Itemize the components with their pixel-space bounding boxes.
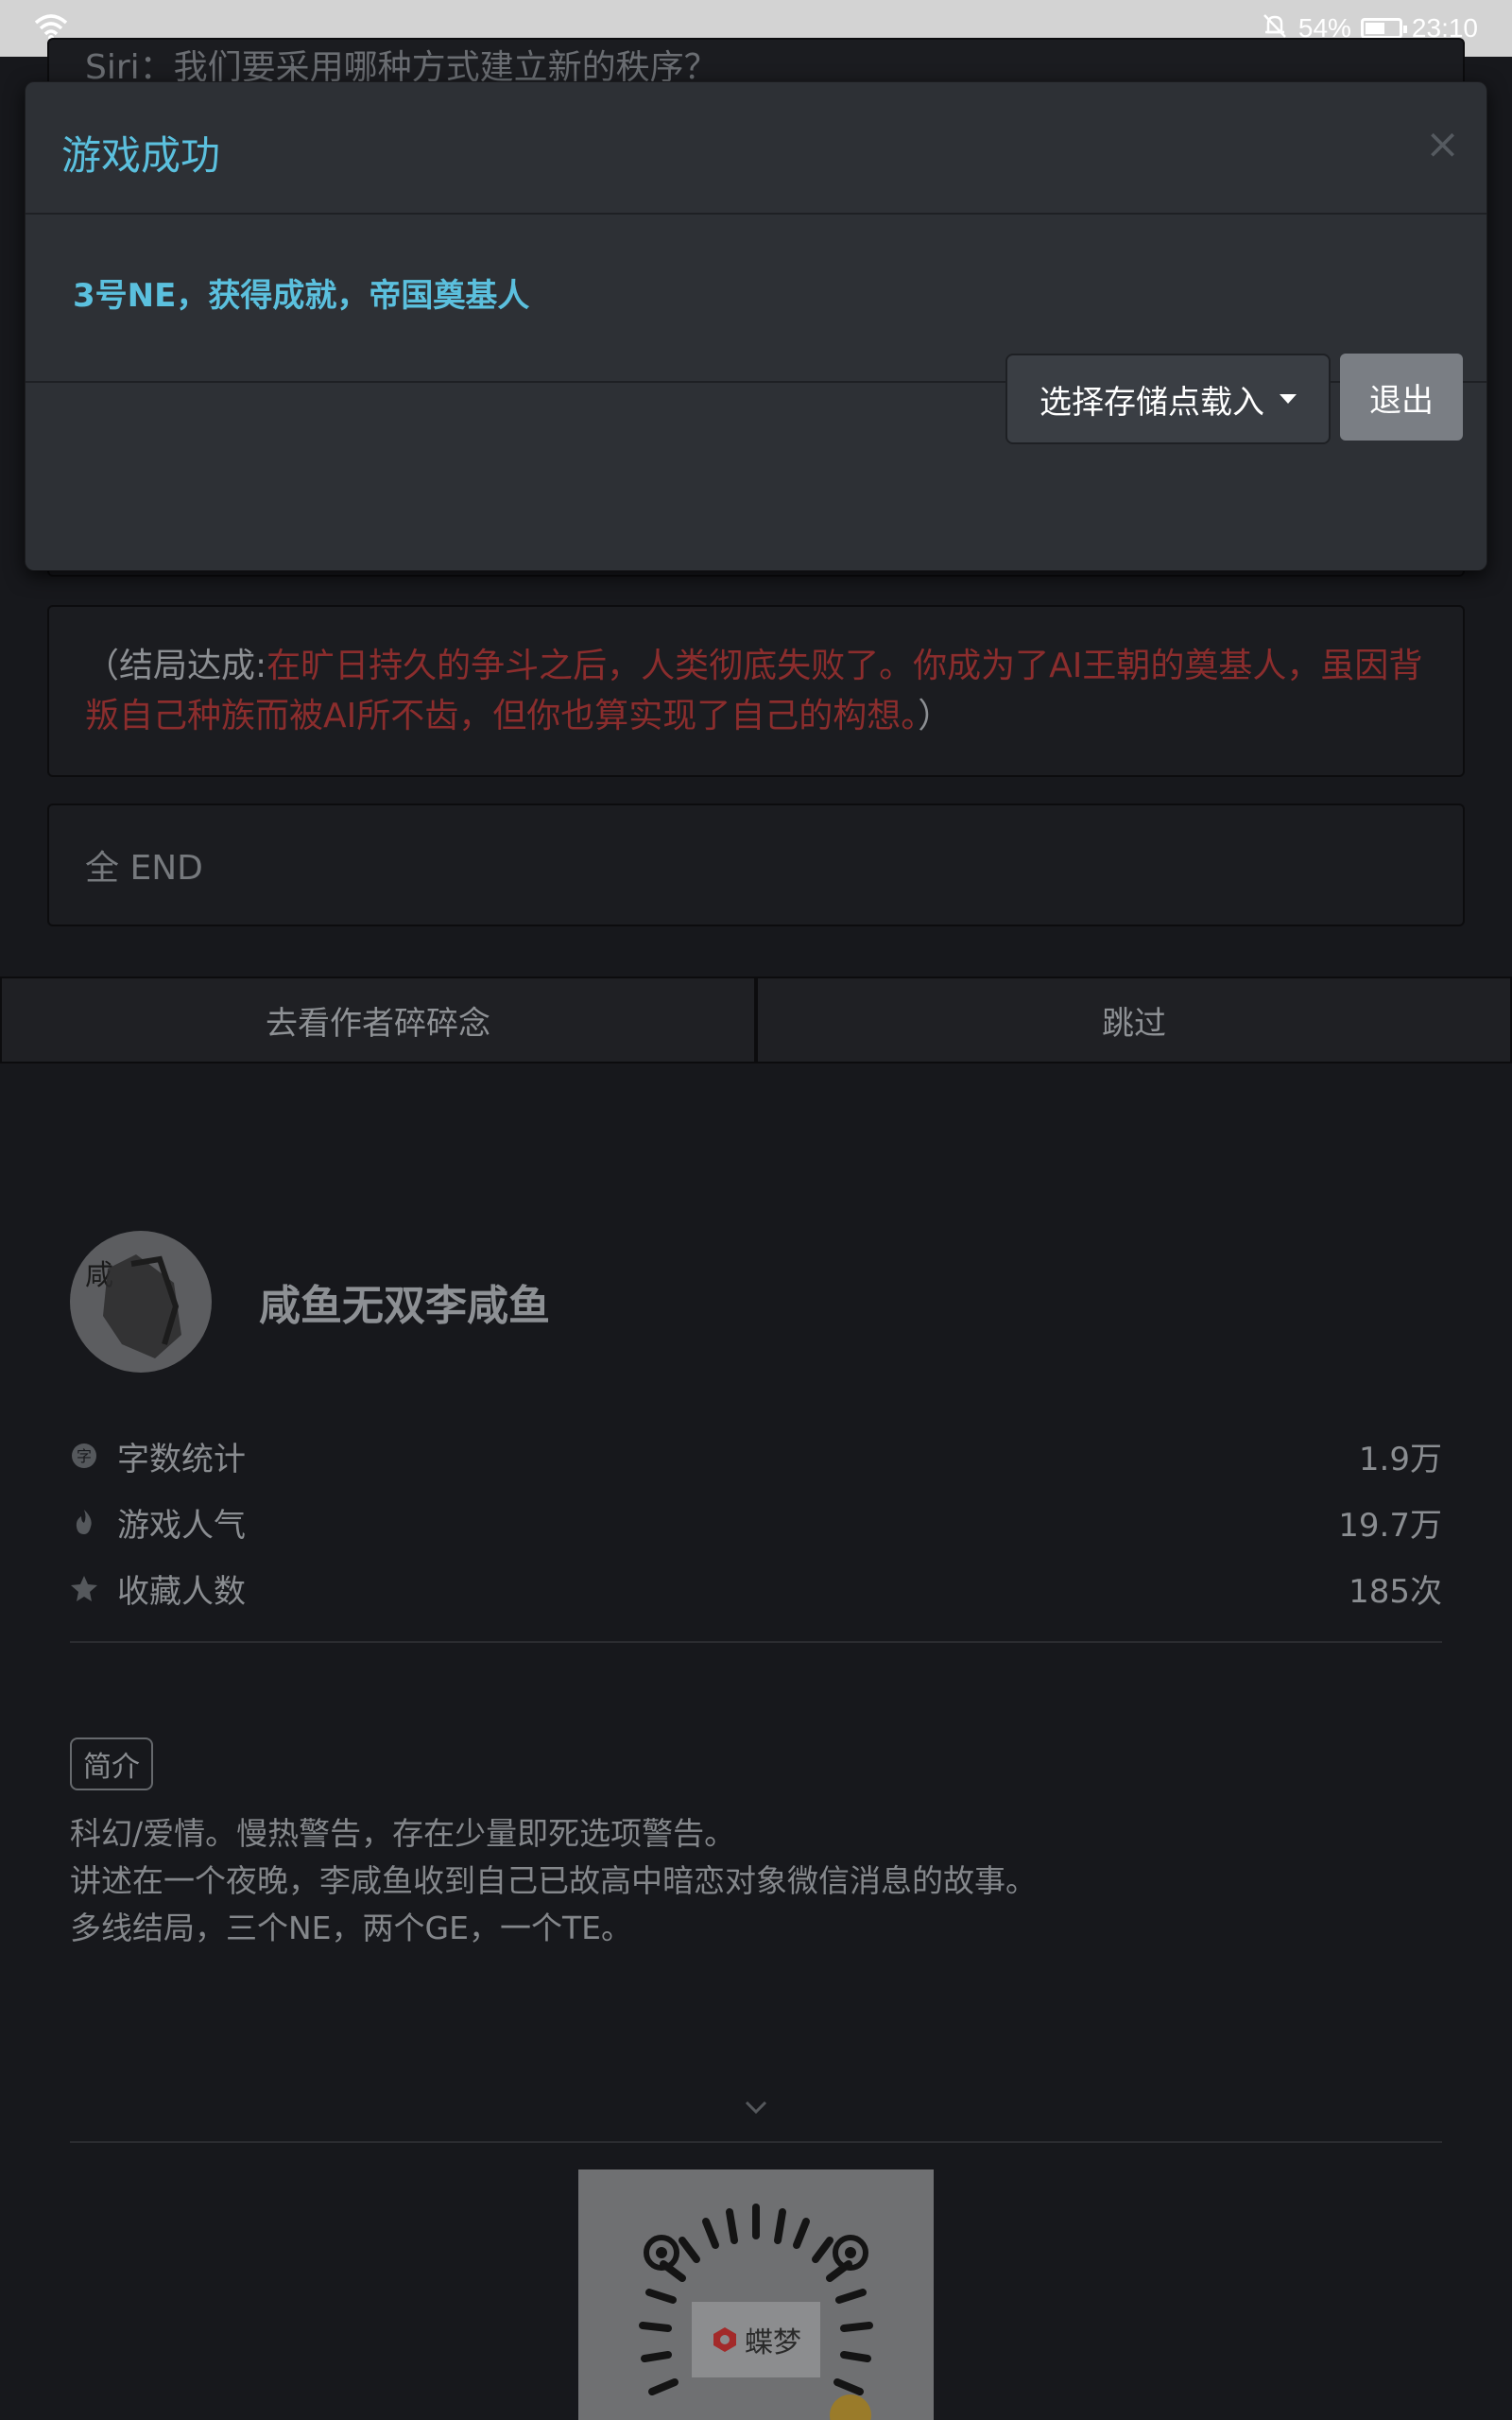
intro-line: 科幻/爱情。慢热警告，存在少量即死选项警告。 [70,1815,736,1852]
svg-text:字: 字 [77,1447,92,1465]
result-modal: 游戏成功 × 3号NE，获得成就，帝国奠基人 [25,81,1487,571]
stat-label: 游戏人气 [117,1506,246,1545]
battery-icon [1360,18,1407,39]
qr-brand-text: 蝶梦 [745,2326,801,2360]
stat-popularity: 游戏人气 19.7万 [70,1489,1442,1555]
author-section: 咸 咸鱼无双李咸鱼 [70,1231,550,1373]
qr-code: 蝶梦 [578,2169,934,2420]
intro-line: 讲述在一个夜晚，李咸鱼收到自己已故高中暗恋对象微信消息的故事。 [70,1862,1037,1899]
stat-value: 19.7万 [1338,1506,1442,1545]
load-save-label: 选择存储点载入 [1040,383,1264,422]
star-icon [70,1574,98,1602]
intro-line: 多线结局，三个NE，两个GE，一个TE。 [70,1910,632,1946]
caret-down-icon [1280,394,1297,404]
author-notes-button[interactable]: 去看作者碎碎念 [0,977,756,1063]
divider [70,1641,1442,1643]
stat-label: 字数统计 [117,1440,246,1478]
stat-word-count: 字 字数统计 1.9万 [70,1423,1442,1489]
stat-value: 185次 [1349,1572,1442,1611]
qr-brand: 蝶梦 [692,2302,820,2377]
stat-value: 1.9万 [1358,1440,1442,1478]
ending-prefix: （结局达成: [85,647,267,685]
chevron-down-icon[interactable] [743,2099,769,2119]
stat-label: 收藏人数 [117,1572,246,1611]
fire-icon [70,1508,98,1536]
word-count-icon: 字 [70,1442,98,1470]
intro-tag: 简介 [70,1737,153,1790]
author-name[interactable]: 咸鱼无双李咸鱼 [259,1271,550,1332]
ending-card: （结局达成:在旷日持久的争斗之后，人类彻底失败了。你成为了AI王朝的奠基人，虽因… [47,605,1465,777]
skip-button[interactable]: 跳过 [756,977,1512,1063]
action-row: 去看作者碎碎念 跳过 [0,977,1512,1063]
ending-suffix: ） [918,697,953,735]
close-icon[interactable]: × [1425,120,1460,168]
modal-title: 游戏成功 [61,132,221,179]
stat-favorites: 收藏人数 185次 [70,1555,1442,1621]
end-text: 全 END [85,849,203,888]
avatar[interactable]: 咸 [70,1231,212,1373]
exit-button[interactable]: 退出 [1340,354,1463,441]
divider [70,2141,1442,2143]
ending-text: 在旷日持久的争斗之后，人类彻底失败了。你成为了AI王朝的奠基人，虽因背叛自己种族… [85,647,1423,735]
intro-text: 科幻/爱情。慢热警告，存在少量即死选项警告。 讲述在一个夜晚，李咸鱼收到自己已故… [70,1810,1037,1952]
load-save-dropdown-button[interactable]: 选择存储点载入 [1005,354,1331,444]
modal-header: 游戏成功 × [26,82,1486,215]
end-card: 全 END [47,804,1465,926]
modal-message: 3号NE，获得成就，帝国奠基人 [73,277,530,315]
stats-list: 字 字数统计 1.9万 游戏人气 19.7万 收藏人数 185次 [70,1423,1442,1621]
